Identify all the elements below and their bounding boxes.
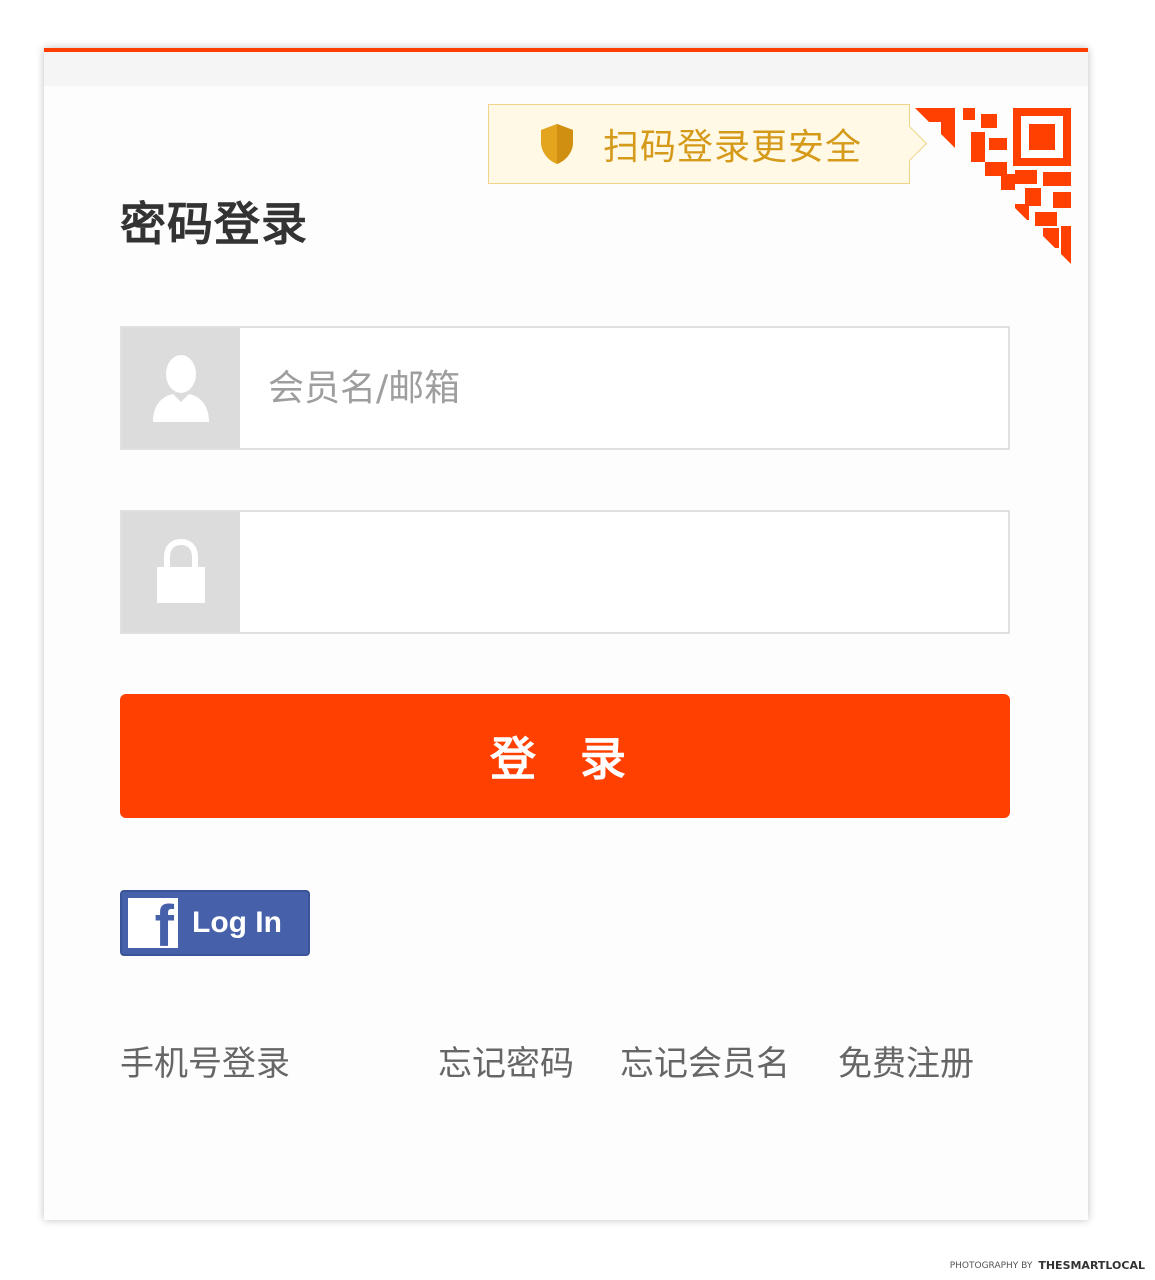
panel-header-band (44, 52, 1088, 86)
photo-credit: PHOTOGRAPHY BY THESMARTLOCAL (950, 1259, 1145, 1272)
shield-icon (541, 124, 573, 164)
password-icon-box (122, 512, 240, 632)
password-input[interactable] (240, 512, 1008, 632)
username-input[interactable] (240, 328, 1008, 448)
credit-prefix: PHOTOGRAPHY BY (949, 1260, 1033, 1271)
qr-login-tooltip: 扫码登录更安全 (488, 104, 910, 184)
facebook-login-label: Log In (192, 906, 282, 939)
username-icon-box (122, 328, 240, 448)
login-panel: 扫码登录更安全 密码登录 会员名/邮箱 登 录 f Log In 手机号登录 忘… (44, 48, 1088, 1220)
facebook-icon: f (128, 898, 178, 948)
username-field (120, 326, 1010, 450)
facebook-login-button[interactable]: f Log In (120, 890, 310, 956)
password-field (120, 510, 1010, 634)
user-icon (153, 355, 209, 422)
lock-icon (157, 539, 205, 603)
login-button[interactable]: 登 录 (120, 694, 1010, 818)
credit-brand: THESMARTLOCAL (1038, 1259, 1145, 1272)
qr-code-icon[interactable] (915, 108, 1071, 264)
tooltip-text: 扫码登录更安全 (603, 127, 863, 168)
phone-login-link[interactable]: 手机号登录 (120, 1036, 290, 1085)
forgot-member-name-link[interactable]: 忘记会员名 (620, 1036, 790, 1085)
forgot-password-link[interactable]: 忘记密码 (438, 1036, 574, 1085)
register-link[interactable]: 免费注册 (838, 1036, 974, 1085)
page-title: 密码登录 (120, 197, 308, 251)
